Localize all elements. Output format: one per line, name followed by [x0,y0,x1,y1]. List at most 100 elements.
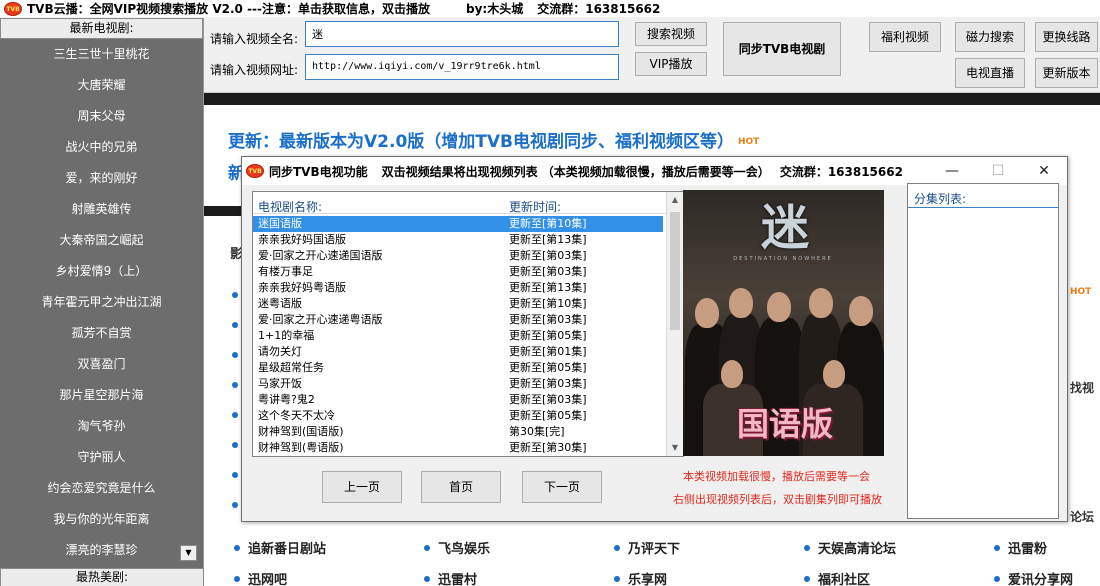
site-link[interactable]: 爱讯分享网 [1008,569,1073,586]
series-update: 更新至[第03集] [509,393,587,406]
list-item[interactable]: 请勿关灯 更新至[第01集] [253,344,663,360]
series-name: 亲亲我好妈国语版 [258,233,346,246]
scroll-thumb[interactable] [670,212,680,330]
update-headline-text[interactable]: 更新：最新版本为V2.0版（增加TVB电视剧同步、福利视频区等） [228,132,734,152]
hot-badge-right: HOT [1070,287,1092,297]
sidebar-item[interactable]: 爱，来的刚好 [0,163,203,194]
list-item[interactable]: 迷粤语版 更新至[第10集] [253,296,663,312]
sidebar-item[interactable]: 漂亮的李慧珍 [0,535,203,566]
series-update: 第30集[完] [509,425,565,438]
site-link[interactable]: 迅雷村 [438,569,477,586]
bullet-dot [804,545,810,551]
tvb-logo-icon: TVB [246,164,264,178]
scroll-up-arrow-icon[interactable]: ▲ [667,192,683,208]
series-name: 这个冬天不太冷 [258,409,335,422]
sidebar-item[interactable]: 三生三世十里桃花 [0,39,203,70]
list-item[interactable]: 亲亲我好妈国语版 更新至[第13集] [253,232,663,248]
sync-tvb-button[interactable]: 同步TVB电视剧 [723,22,841,76]
loading-note: 本类视频加载很慢，播放后需要等一会 [683,470,870,483]
sidebar-item[interactable]: 守护丽人 [0,442,203,473]
tv-live-button[interactable]: 电视直播 [955,58,1025,88]
sidebar-dropdown-arrow-icon[interactable]: ▼ [180,545,197,561]
series-name: 1+1的幸福 [258,329,315,342]
close-icon[interactable]: ✕ [1021,157,1067,185]
sidebar-item[interactable]: 大秦帝国之崛起 [0,225,203,256]
cast-face [729,288,753,318]
bullet-dot [994,576,1000,582]
sidebar-item[interactable]: 孤芳不自赏 [0,318,203,349]
prev-page-button[interactable]: 上一页 [322,471,402,503]
list-item[interactable]: 财神驾到(粤语版) 更新至[第30集] [253,440,663,456]
sidebar-header: 最新电视剧: [0,18,203,39]
sidebar-item[interactable]: 战火中的兄弟 [0,132,203,163]
column-header-name: 电视剧名称: [258,200,323,214]
sidebar-header-hot-us-series: 最热美剧: [0,568,204,586]
update-headline[interactable]: 更新：最新版本为V2.0版（增加TVB电视剧同步、福利视频区等） HOT [228,127,759,152]
series-name: 请勿关灯 [258,345,302,358]
sidebar-item[interactable]: 约会恋爱究竟是什么 [0,473,203,504]
update-version-button[interactable]: 更新版本 [1035,58,1098,88]
next-page-button[interactable]: 下一页 [522,471,602,503]
video-url-input[interactable]: http://www.iqiyi.com/v_19rr9tre6k.html [305,54,619,80]
series-update: 更新至[第05集] [509,361,587,374]
vip-play-button[interactable]: VIP播放 [635,52,707,76]
series-poster: 迷 DESTINATION NOWHERE 国语版 [683,190,884,456]
list-item[interactable]: 亲亲我好妈粤语版 更新至[第13集] [253,280,663,296]
series-name: 爱·回家之开心速递国语版 [258,249,383,262]
cast-face [809,288,833,318]
site-link[interactable]: 乃评天下 [628,538,680,557]
sidebar-item[interactable]: 淘气爷孙 [0,411,203,442]
list-item[interactable]: 星级超常任务 更新至[第05集] [253,360,663,376]
video-name-input[interactable]: 迷 [305,21,619,47]
cast-face [695,298,719,328]
welfare-video-button[interactable]: 福利视频 [869,22,941,52]
scroll-down-arrow-icon[interactable]: ▼ [667,440,683,456]
dialog-title-bar[interactable]: TVB 同步TVB电视功能 双击视频结果将出现视频列表 （本类视频加载很慢，播放… [242,157,1067,185]
minimize-icon[interactable]: — [929,157,975,185]
sidebar-item[interactable]: 那片星空那片海 [0,380,203,411]
series-name: 爱·回家之开心速递粤语版 [258,313,383,326]
app-title: TVB云播：全网VIP视频搜索播放 V2.0 ---注意：单击获取信息，双击播放 [27,2,431,16]
list-item[interactable]: 有楼万事足 更新至[第03集] [253,264,663,280]
site-link[interactable]: 天娱高清论坛 [818,538,896,557]
site-link[interactable]: 乐享网 [628,569,667,586]
url-label: 请输入视频网址: [210,63,299,77]
sidebar-item[interactable]: 青年霍元甲之冲出江湖 [0,287,203,318]
search-video-button[interactable]: 搜索视频 [635,22,707,46]
sidebar-item[interactable]: 周末父母 [0,101,203,132]
series-update: 更新至[第10集] [509,297,587,310]
list-item[interactable]: 爱·回家之开心速递国语版 更新至[第03集] [253,248,663,264]
tv-series-listbox[interactable]: 电视剧名称: 更新时间: 迷国语版 更新至[第10集] 亲亲我好妈国语版 更新至[第… [252,191,684,457]
poster-title: 迷 [760,200,809,256]
site-link[interactable]: 迅网吧 [248,569,287,586]
sidebar-item[interactable]: 乡村爱情9（上） [0,256,203,287]
list-item[interactable]: 1+1的幸福 更新至[第05集] [253,328,663,344]
list-item[interactable]: 粤讲粤?鬼2 更新至[第03集] [253,392,663,408]
list-item[interactable]: 马家开饭 更新至[第03集] [253,376,663,392]
series-update: 更新至[第03集] [509,313,587,326]
list-item[interactable]: 爱·回家之开心速递粤语版 更新至[第03集] [253,312,663,328]
list-item[interactable]: 财神驾到(国语版) 第30集[完] [253,424,663,440]
sidebar-item[interactable]: 我与你的光年距离 [0,504,203,535]
bullet-dot [232,412,238,418]
site-link[interactable]: 追新番日剧站 [248,538,326,557]
series-update: 更新至[第13集] [509,233,587,246]
list-item[interactable]: 迷国语版 更新至[第10集] [253,216,663,232]
site-link[interactable]: 迅雷粉 [1008,538,1047,557]
site-link[interactable]: 福利社区 [818,569,870,586]
switch-line-button[interactable]: 更换线路 [1035,22,1098,52]
sidebar-item[interactable]: 射雕英雄传 [0,194,203,225]
sidebar-item[interactable]: 大唐荣耀 [0,70,203,101]
home-page-button[interactable]: 首页 [421,471,501,503]
sidebar-item[interactable]: 双喜盈门 [0,349,203,380]
maximize-icon[interactable]: ☐ [975,157,1021,185]
list-scrollbar[interactable]: ▲ ▼ [666,192,683,456]
episode-list-header: 分集列表: [908,184,1058,208]
site-link[interactable]: 飞鸟娱乐 [438,538,490,557]
magnet-search-button[interactable]: 磁力搜索 [955,22,1025,52]
bullet-dot [614,545,620,551]
list-item[interactable]: 这个冬天不太冷 更新至[第05集] [253,408,663,424]
series-name: 有楼万事足 [258,265,313,278]
web-header-band [204,93,1100,105]
episode-list-panel[interactable]: 分集列表: [907,183,1059,519]
